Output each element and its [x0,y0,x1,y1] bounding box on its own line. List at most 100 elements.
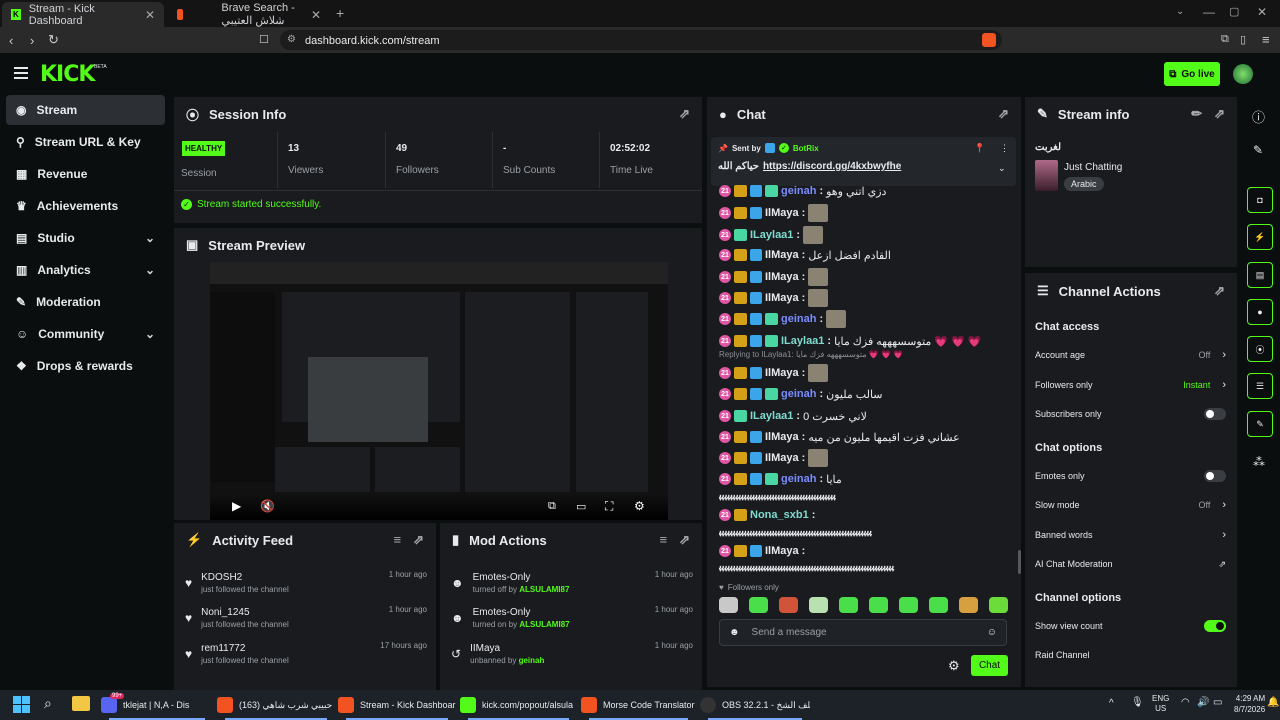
sidebar-item-drops-rewards[interactable]: ❖ Drops & rewards [6,351,165,381]
category-thumbnail[interactable] [1035,160,1058,191]
pinned-message[interactable]: 📌 Sent by ✓ BotRix حياكم الله https://di… [711,137,1016,186]
chat-settings-icon[interactable]: ⚙ [948,658,960,674]
emotes-only-toggle[interactable] [1204,470,1226,482]
chat-input[interactable]: ☻ Send a message ☺ [719,619,1007,646]
pencil-icon[interactable]: ✎ [1253,143,1263,157]
extensions-icon[interactable]: ⧉ [1221,33,1229,46]
quick-action-camera[interactable]: ◘ [1247,187,1273,213]
chat-username[interactable]: ILaylaa1 [781,335,824,347]
wifi-icon[interactable]: ◠ [1181,697,1190,708]
clock[interactable]: 4:29 AM 8/7/2026 [1234,693,1265,715]
emote-button-icon[interactable] [809,597,828,613]
unpin-icon[interactable]: 📍 [974,143,985,154]
quick-action-chat[interactable]: ● [1247,299,1273,325]
url-text[interactable]: dashboard.kick.com/stream [305,35,440,47]
filter-icon[interactable]: ≡ [394,532,402,548]
emote-button-icon[interactable] [749,597,768,613]
notifications-icon[interactable]: 🔔 [1267,697,1279,708]
chat-username[interactable]: IlMaya [765,452,799,464]
taskbar-item-morse-translator[interactable]: Morse Code Translator [581,690,696,720]
bookmark-icon[interactable]: ☐ [259,33,269,46]
sidebar-item-moderation[interactable]: ✎ Moderation [6,287,165,317]
ai-chat-moderation-row[interactable]: AI Chat Moderation ⇗ [1035,557,1226,571]
emote-button-icon[interactable] [719,597,738,613]
emote-button-icon[interactable] [929,597,948,613]
emote-picker-icon[interactable]: ☺ [987,627,997,638]
volume-icon[interactable]: 🔊 [1197,697,1209,708]
info-icon[interactable]: ⓘ [1252,107,1265,126]
fullscreen-icon[interactable]: ⛶ [605,499,613,514]
popout-icon[interactable]: ⇗ [1214,106,1225,122]
emote-button-icon[interactable] [989,597,1008,613]
new-tab-icon[interactable]: + [336,5,344,21]
forward-icon[interactable]: › [30,33,34,48]
chat-username[interactable]: ILaylaa1 [750,410,793,422]
theater-icon[interactable]: ▭ [576,500,586,513]
sidebar-item-community[interactable]: ☺ Community ⌄ [6,319,165,349]
show-view-count-toggle[interactable] [1204,620,1226,632]
chat-username[interactable]: IlMaya [765,207,799,219]
chat-username[interactable]: IlMaya [765,292,799,304]
raid-channel-row[interactable]: Raid Channel [1035,648,1226,662]
quick-action-document[interactable]: ▤ [1247,262,1273,288]
taskbar-item-discord-app[interactable]: 99+ tklejat | N,A - Dis [101,690,213,720]
browser-tab-kick[interactable]: K Stream - Kick Dashboard ✕ [2,2,164,27]
search-icon[interactable]: ⌕ [44,695,52,712]
send-chat-button[interactable]: Chat [971,655,1008,676]
emote-button-icon[interactable] [869,597,888,613]
quick-action-lightning[interactable]: ⚡ [1247,224,1273,250]
followers-only-row[interactable]: Followers only Instant › [1035,378,1226,392]
slow-mode-row[interactable]: Slow mode Off › [1035,498,1226,512]
more-icon[interactable]: ⋮ [1000,143,1009,154]
play-icon[interactable]: ▶ [232,499,241,513]
browser-tab-brave[interactable]: Brave Search - شلاش العتيبي ✕ [168,2,330,27]
kick-logo[interactable]: KICK [40,62,95,87]
hamburger-icon[interactable] [14,67,28,79]
close-tab-icon[interactable]: ✕ [145,8,155,22]
sidebar-item-revenue[interactable]: ▦ Revenue [6,159,165,189]
emote-button-icon[interactable] [959,597,978,613]
chat-username[interactable]: IlMaya [765,249,799,261]
taskbar-item-brave-youtube[interactable]: (163) حبيبي شرب شاهي [217,690,335,720]
sidebar-item-stream-url-key[interactable]: ⚲ Stream URL & Key [6,127,165,157]
popout-icon[interactable]: ⇗ [1214,283,1225,299]
popout-icon[interactable]: ⇗ [413,532,424,548]
windows-start-icon[interactable] [13,696,30,713]
minimize-icon[interactable]: — [1203,5,1215,19]
quick-action-broadcast[interactable]: ⦿ [1247,336,1273,362]
quick-action-wrench[interactable]: ✎ [1247,411,1273,437]
picture-in-picture-icon[interactable]: ⧉ [548,500,556,513]
banned-words-row[interactable]: Banned words › [1035,528,1226,542]
sidebar-toggle-icon[interactable]: ▯ [1240,33,1246,46]
emoji-icon[interactable]: ☻ [729,627,740,638]
taskbar-item-brave-kick-dashboard[interactable]: Stream - Kick Dashboar [338,690,456,720]
tray-overflow-icon[interactable]: ^ [1109,698,1114,709]
account-age-row[interactable]: Account age Off › [1035,348,1226,362]
filter-icon[interactable]: ≡ [660,532,668,548]
go-live-button[interactable]: ⧉ Go live [1164,62,1220,86]
emote-button-icon[interactable] [839,597,858,613]
file-explorer-icon[interactable] [72,696,90,711]
category-name[interactable]: Just Chatting [1064,162,1122,173]
maximize-icon[interactable]: ▢ [1229,5,1239,18]
back-icon[interactable]: ‹ [9,33,13,48]
popout-icon[interactable]: ⇗ [998,106,1009,122]
emote-button-icon[interactable] [779,597,798,613]
chat-username[interactable]: geinah [781,313,816,325]
chat-username[interactable]: IlMaya [765,545,799,557]
chat-username[interactable]: IlMaya [765,271,799,283]
sidebar-item-studio[interactable]: ▤ Studio ⌄ [6,223,165,253]
chat-username[interactable]: Nona_sxb1 [750,509,809,521]
brave-shields-icon[interactable] [982,33,996,47]
quick-action-list[interactable]: ☰ [1247,373,1273,399]
chevron-down-icon[interactable]: ⌄ [998,163,1006,174]
close-tab-icon[interactable]: ✕ [311,8,321,22]
avatar[interactable] [1233,64,1253,84]
menu-icon[interactable]: ≡ [1262,32,1270,47]
battery-icon[interactable]: ▭ [1213,697,1222,708]
sidebar-item-analytics[interactable]: ▥ Analytics ⌄ [6,255,165,285]
microphone-icon[interactable]: 🎙 [1131,697,1144,708]
chat-username[interactable]: geinah [781,185,816,197]
sidebar-item-stream[interactable]: ◉ Stream [6,95,165,125]
mute-icon[interactable]: 🔇 [260,499,275,513]
